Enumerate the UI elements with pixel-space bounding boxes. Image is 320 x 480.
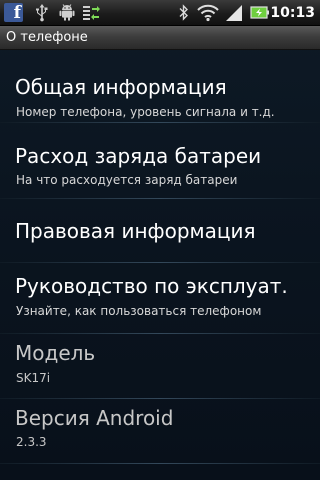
- list-item-subtitle: На что расходуется заряд батареи: [16, 173, 238, 187]
- status-clock: 10:13: [270, 5, 315, 21]
- list-item-battery-usage[interactable]: Расход заряда батареи На что расходуется…: [0, 123, 320, 199]
- list-item-title: Расход заряда батареи: [15, 144, 262, 168]
- list-item-subtitle: Узнайте, как пользоваться телефоном: [16, 304, 262, 318]
- title-bar: О телефоне: [0, 26, 320, 50]
- list-item-title: Правовая информация: [15, 219, 256, 243]
- android-debug-icon: [59, 4, 75, 21]
- list-item-value: 2.3.3: [16, 435, 47, 449]
- list-item-general-info[interactable]: Общая информация Номер телефона, уровень…: [0, 50, 320, 123]
- list-item-title: Модель: [15, 341, 96, 365]
- list-item-title: Общая информация: [15, 75, 227, 99]
- about-phone-screen: f 10:13 О телефоне Общая информация Номе…: [0, 0, 320, 480]
- status-bar[interactable]: f 10:13: [0, 0, 320, 26]
- list-item-user-guide[interactable]: Руководство по эксплуат. Узнайте, как по…: [0, 263, 320, 334]
- battery-charging-icon: [250, 6, 269, 19]
- list-divider: [0, 463, 320, 464]
- list-item-title: Версия Android: [15, 406, 174, 430]
- usb-icon: [36, 4, 48, 22]
- signal-icon: [226, 5, 242, 21]
- list-item-model: Модель SK17i: [0, 334, 320, 399]
- list-item-value: SK17i: [16, 371, 51, 385]
- list-item-title: Руководство по эксплуат.: [15, 274, 288, 298]
- bluetooth-icon: [179, 4, 188, 21]
- facebook-notification-icon: f: [4, 3, 23, 22]
- list-item-legal-info[interactable]: Правовая информация: [0, 199, 320, 263]
- wifi-icon: [197, 4, 219, 22]
- list-item-android-version: Версия Android 2.3.3: [0, 399, 320, 464]
- list-item-subtitle: Номер телефона, уровень сигнала и т.д.: [16, 105, 275, 119]
- sync-icon: [83, 6, 100, 20]
- page-title: О телефоне: [6, 30, 88, 45]
